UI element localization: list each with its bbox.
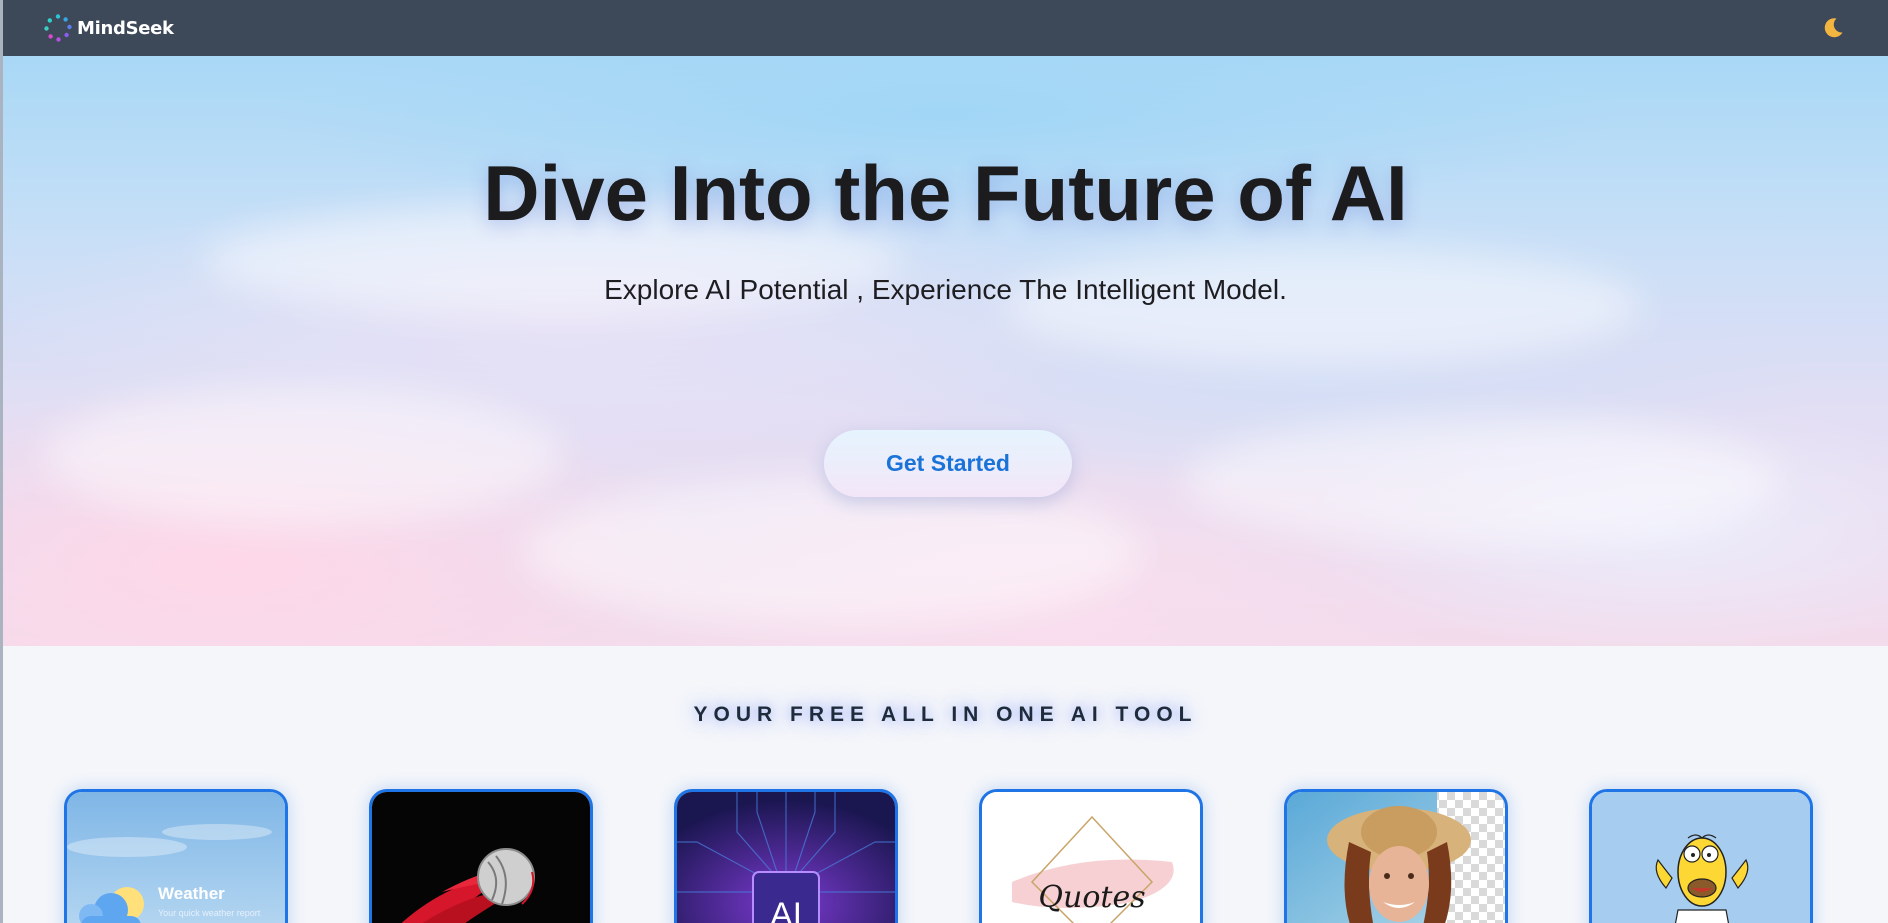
crescent-moon-icon	[1824, 18, 1843, 38]
cloud-decoration	[1183, 416, 1783, 546]
quotes-tool-card[interactable]: Quotes	[979, 789, 1203, 923]
background-remover-tool-card[interactable]	[1284, 789, 1508, 923]
cloud-decoration	[43, 386, 563, 526]
weather-card-image: Weather Your quick weather report	[67, 792, 285, 923]
face-icon	[1369, 846, 1429, 922]
brand-link[interactable]: MindSeek	[43, 13, 174, 43]
theme-toggle-button[interactable]	[1818, 13, 1848, 43]
weather-tool-card[interactable]: Weather Your quick weather report	[64, 789, 288, 923]
quotes-card-image: Quotes	[982, 792, 1200, 923]
spinner-dots-logo-icon	[44, 14, 72, 42]
weather-card-caption: Your quick weather report	[158, 908, 261, 918]
cloud-decoration	[523, 476, 1143, 626]
cricket-card-image	[372, 792, 590, 923]
tools-section-heading: YOUR FREE ALL IN ONE AI TOOL	[693, 703, 1198, 726]
ai-card-label: AI	[770, 896, 802, 923]
cartoon-card-image	[1592, 792, 1810, 923]
cloud-decoration	[1003, 246, 1643, 366]
brand-name: MindSeek	[77, 17, 174, 39]
weather-card-title: Weather	[158, 884, 225, 903]
top-navbar: MindSeek	[3, 0, 1888, 56]
quotes-card-title: Quotes	[1038, 880, 1145, 915]
ai-chip-card-image: AI	[677, 792, 895, 923]
portrait-card-image	[1287, 792, 1505, 923]
tool-cards-row: Weather Your quick weather report AI Quo…	[3, 789, 1888, 923]
get-started-button[interactable]: Get Started	[824, 430, 1072, 497]
cricket-tool-card[interactable]	[369, 789, 593, 923]
ai-tool-card[interactable]: AI	[674, 789, 898, 923]
hero-title: Dive Into the Future of AI	[483, 149, 1408, 237]
hero-section: Dive Into the Future of AI Explore AI Po…	[3, 56, 1888, 646]
cartoon-tool-card[interactable]	[1589, 789, 1813, 923]
hero-subtitle: Explore AI Potential , Experience The In…	[604, 274, 1287, 305]
page: MindSeek Dive Into the Future of AI Expl…	[3, 0, 1888, 923]
